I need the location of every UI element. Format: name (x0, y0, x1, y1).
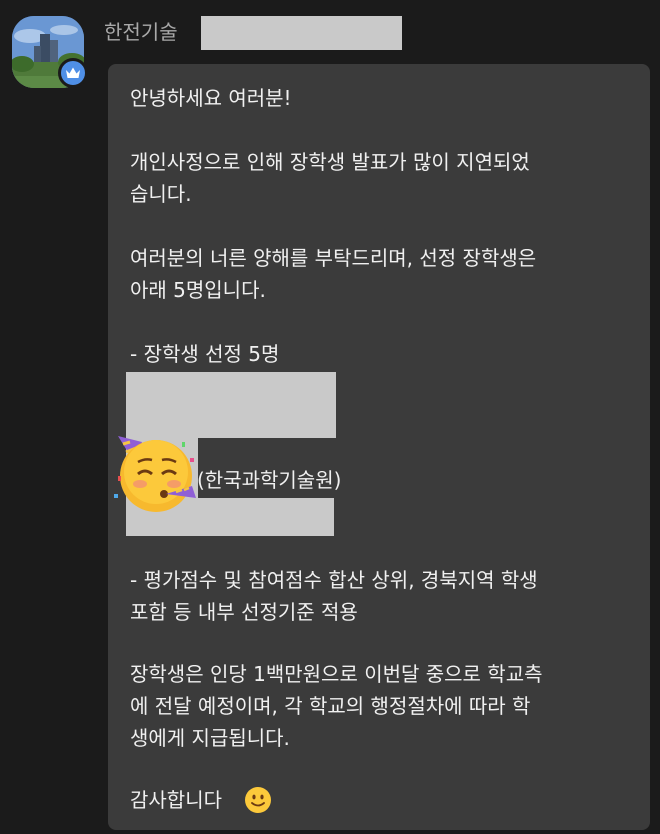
selection-heading: - 장학생 선정 5명 (130, 342, 280, 366)
message-closing: 감사합니다 (130, 788, 222, 812)
message-text-line: - 평가점수 및 참여점수 합산 상위, 경북지역 학생 (130, 568, 538, 592)
message-text-line: 여러분의 너른 양해를 부탁드리며, 선정 장학생은 (130, 246, 537, 270)
winner-names-redaction (126, 372, 336, 438)
message-text-line: 개인사정으로 인해 장학생 발표가 많이 지연되었 (130, 150, 530, 174)
message-text-line: 생에게 지급됩니다. (130, 726, 290, 750)
slightly-smiling-face-emoji (245, 787, 271, 813)
message-text-line: 아래 5명입니다. (130, 278, 266, 302)
crown-icon (66, 67, 80, 78)
message-text-line: 장학생은 인당 1백만원으로 이번달 중으로 학교측 (130, 662, 543, 686)
message-text-line: 포함 등 내부 선정기준 적용 (130, 600, 358, 624)
sender-name-redaction (201, 16, 402, 50)
message-text-line: 습니다. (130, 182, 192, 206)
institute-label: (한국과학기술원) (197, 468, 342, 492)
message-greeting: 안녕하세요 여러분! (130, 86, 292, 110)
partying-face-emoji (114, 436, 196, 512)
crown-badge (58, 58, 88, 88)
sender-name[interactable]: 한전기술 (104, 18, 178, 46)
message-text-line: 에 전달 예정이며, 각 학교의 행정절차에 따라 학 (130, 694, 531, 718)
